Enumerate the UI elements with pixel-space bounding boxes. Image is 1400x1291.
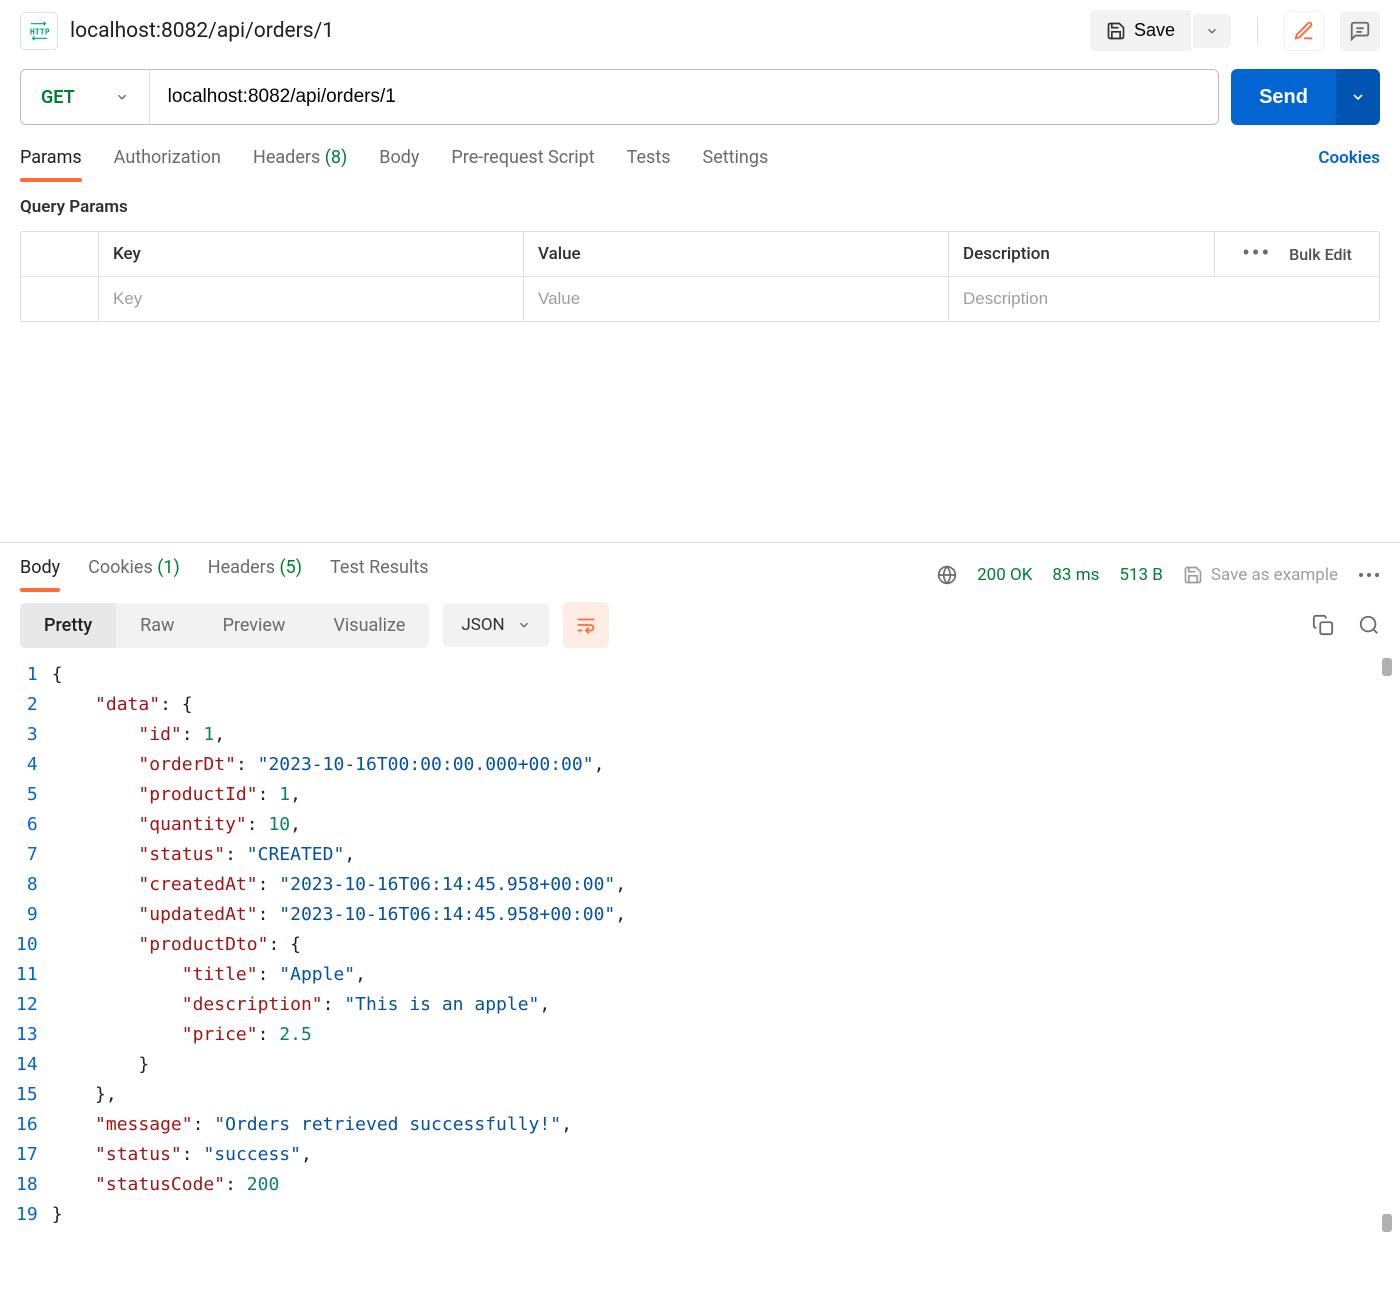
globe-icon[interactable] xyxy=(937,565,957,585)
col-key: Key xyxy=(99,232,524,276)
status-code: 200 OK xyxy=(977,565,1032,585)
cookies-link[interactable]: Cookies xyxy=(1318,148,1380,182)
request-tab-title: localhost:8082/api/orders/1 xyxy=(70,19,1078,43)
save-as-example[interactable]: Save as example xyxy=(1183,565,1338,585)
chevron-down-icon xyxy=(115,90,129,104)
resp-tab-cookies[interactable]: Cookies (1) xyxy=(88,557,180,592)
copy-icon[interactable] xyxy=(1312,614,1334,636)
line-gutter: 12345678910111213141516171819 xyxy=(8,658,52,1232)
tab-params[interactable]: Params xyxy=(20,147,82,182)
query-params-title: Query Params xyxy=(0,183,1400,231)
resp-tab-test-results[interactable]: Test Results xyxy=(330,557,428,592)
col-desc: Description xyxy=(949,232,1214,276)
resp-tab-body[interactable]: Body xyxy=(20,557,60,592)
bulk-edit-link[interactable]: Bulk Edit xyxy=(1289,245,1352,264)
tab-headers-label: Headers xyxy=(253,147,320,168)
drag-col xyxy=(21,232,99,276)
tab-headers[interactable]: Headers (8) xyxy=(253,147,347,182)
wrap-lines-icon[interactable] xyxy=(563,602,609,648)
save-label: Save xyxy=(1134,20,1175,41)
view-preview[interactable]: Preview xyxy=(199,603,310,648)
send-button[interactable]: Send xyxy=(1231,69,1336,125)
chevron-down-icon xyxy=(517,618,531,632)
view-raw[interactable]: Raw xyxy=(116,603,198,648)
method-label: GET xyxy=(41,87,75,108)
drag-handle[interactable] xyxy=(21,277,99,321)
resp-tab-headers-count: (5) xyxy=(280,557,303,578)
divider xyxy=(1257,17,1258,45)
params-table: Key Value Description ••• Bulk Edit xyxy=(20,231,1380,322)
view-pretty[interactable]: Pretty xyxy=(20,603,116,648)
response-size: 513 B xyxy=(1119,565,1162,585)
response-time: 83 ms xyxy=(1052,565,1099,585)
tab-headers-count: (8) xyxy=(325,147,348,168)
resp-tab-headers-label: Headers xyxy=(208,557,275,578)
method-select[interactable]: GET xyxy=(21,70,150,124)
save-example-label: Save as example xyxy=(1211,565,1338,585)
http-icon: HTTP xyxy=(20,12,58,50)
table-row xyxy=(21,277,1379,321)
param-value-input[interactable] xyxy=(538,289,934,309)
resp-tab-cookies-count: (1) xyxy=(157,557,180,578)
resp-tab-headers[interactable]: Headers (5) xyxy=(208,557,302,592)
tab-authorization[interactable]: Authorization xyxy=(114,147,221,182)
format-select[interactable]: JSON xyxy=(443,603,548,647)
col-value: Value xyxy=(524,232,949,276)
url-input[interactable] xyxy=(150,70,1218,124)
tab-tests[interactable]: Tests xyxy=(627,147,671,182)
response-body[interactable]: { "data": { "id": 1, "orderDt": "2023-10… xyxy=(52,658,1392,1232)
search-icon[interactable] xyxy=(1358,614,1380,636)
save-dropdown[interactable] xyxy=(1193,14,1231,48)
tab-body[interactable]: Body xyxy=(379,147,419,182)
param-key-input[interactable] xyxy=(113,289,509,309)
param-desc-input[interactable] xyxy=(963,289,1365,309)
scrollbar[interactable] xyxy=(1382,658,1392,676)
params-options-icon[interactable]: ••• xyxy=(1242,249,1271,259)
save-button[interactable]: Save xyxy=(1090,10,1191,51)
tab-prerequest[interactable]: Pre-request Script xyxy=(451,147,594,182)
more-icon[interactable] xyxy=(1358,572,1380,578)
tab-settings[interactable]: Settings xyxy=(703,147,769,182)
view-visualize[interactable]: Visualize xyxy=(309,603,429,648)
send-dropdown[interactable] xyxy=(1336,69,1380,125)
edit-icon[interactable] xyxy=(1284,11,1324,51)
svg-text:HTTP: HTTP xyxy=(30,26,50,36)
resp-tab-cookies-label: Cookies xyxy=(88,557,153,578)
comment-icon[interactable] xyxy=(1340,11,1380,51)
format-label: JSON xyxy=(461,615,504,635)
scrollbar[interactable] xyxy=(1382,1214,1392,1232)
